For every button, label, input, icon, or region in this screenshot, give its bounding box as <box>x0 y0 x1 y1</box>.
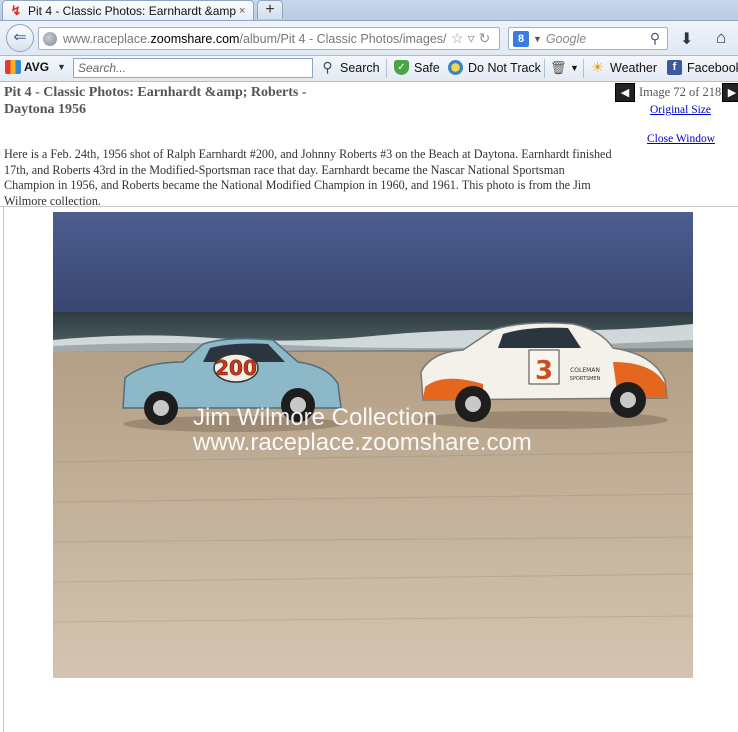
facebook-icon: f <box>667 60 682 75</box>
url-bar[interactable]: www.raceplace.zoomshare.com/album/Pit 4 … <box>38 27 500 50</box>
car-3-sponsor-line2: SPORTSMEN <box>570 376 601 382</box>
do-not-track-icon <box>448 60 463 75</box>
left-border <box>3 206 4 732</box>
site-favicon-icon: ↯ <box>10 2 22 18</box>
car-3-sponsor-line1: COLEMAN <box>570 367 600 374</box>
page-content: Pit 4 - Classic Photos: Earnhardt &amp; … <box>0 82 738 732</box>
tab-title: Pit 4 - Classic Photos: Earnhardt &amp; … <box>28 3 236 18</box>
site-identity-icon[interactable] <box>43 31 57 46</box>
watermark-line1: Jim Wilmore Collection <box>193 404 437 431</box>
back-button[interactable]: ⇐ <box>6 24 34 52</box>
navigation-bar: ⇐ www.raceplace.zoomshare.com/album/Pit … <box>0 21 738 56</box>
magnifier-icon: ⚲ <box>322 59 333 75</box>
close-tab-icon[interactable]: × <box>239 5 245 17</box>
avg-logo[interactable]: AVG <box>5 60 49 74</box>
original-size-link[interactable]: Original Size <box>650 104 711 116</box>
avg-menu-dropdown-icon[interactable]: ▼ <box>57 62 66 72</box>
weather-button[interactable]: ☀ Weather <box>590 60 657 75</box>
photo-description: Here is a Feb. 24th, 1956 shot of Ralph … <box>4 147 612 208</box>
toolbar-divider <box>544 59 545 78</box>
divider <box>0 206 738 207</box>
tab-active[interactable]: ↯ Pit 4 - Classic Photos: Earnhardt &amp… <box>2 0 254 20</box>
search-icon[interactable]: ⚲ <box>650 30 660 47</box>
avg-safe-button[interactable]: ✓ Safe <box>394 60 440 75</box>
avg-search-input[interactable]: Search... <box>73 58 313 78</box>
new-tab-button[interactable]: + <box>257 0 283 19</box>
avg-toolbar: AVG ▼ Search... ⚲ Search ✓ Safe Do Not Tra… <box>0 56 738 82</box>
back-arrow-icon: ⇐ <box>13 29 27 46</box>
shield-check-icon: ✓ <box>394 60 409 75</box>
do-not-track-button[interactable]: Do Not Track <box>448 60 541 75</box>
watermark-line2: www.raceplace.zoomshare.com <box>192 429 532 456</box>
bookmark-star-icon[interactable]: ☆ <box>451 30 464 47</box>
toolbar-divider <box>386 59 387 78</box>
toolbar-divider <box>583 59 584 78</box>
url-text[interactable]: www.raceplace.zoomshare.com/album/Pit 4 … <box>63 32 447 46</box>
trash-icon: 🗑 <box>550 60 567 75</box>
close-window-link[interactable]: Close Window <box>647 133 715 145</box>
previous-arrow-icon: ◀ <box>620 87 630 99</box>
photo-title: Pit 4 - Classic Photos: Earnhardt &amp; … <box>4 85 307 117</box>
sky <box>53 212 693 322</box>
next-image-button[interactable]: ▶ <box>722 83 738 102</box>
download-icon[interactable]: ⬇ <box>680 29 693 49</box>
previous-image-button[interactable]: ◀ <box>615 83 635 102</box>
image-pager: ◀ Image 72 of 218 ▶ <box>615 83 738 103</box>
reload-icon[interactable]: ↻ <box>479 30 491 47</box>
browser-search-box[interactable]: 8 ▼ Google ⚲ <box>508 27 668 50</box>
weather-sun-cloud-icon: ☀ <box>591 59 604 75</box>
browser-search-placeholder[interactable]: Google <box>546 32 650 46</box>
trash-dropdown-icon: ▼ <box>570 62 579 73</box>
engine-dropdown-icon[interactable]: ▼ <box>533 34 542 44</box>
next-arrow-icon: ▶ <box>727 87 737 99</box>
tab-strip: ↯ Pit 4 - Classic Photos: Earnhardt &amp… <box>0 0 738 21</box>
race-photo[interactable]: 200 3 COLEMAN SPORTSMEN Jim Wilmore Coll… <box>53 212 693 678</box>
url-history-dropdown-icon[interactable]: ▿ <box>468 30 475 47</box>
home-icon[interactable]: ⌂ <box>716 28 726 48</box>
trash-button[interactable]: 🗑 ▼ <box>550 60 579 75</box>
avg-search-button[interactable]: ⚲ Search <box>320 59 379 75</box>
avg-logo-icon <box>5 60 21 74</box>
facebook-button[interactable]: f Facebook <box>667 60 738 75</box>
car-3-number: 3 <box>535 356 553 386</box>
google-engine-icon[interactable]: 8 <box>513 30 529 47</box>
url-domain: zoomshare.com <box>150 31 240 46</box>
car-200-number: 200 <box>215 356 257 380</box>
image-counter: Image 72 of 218 <box>639 85 722 99</box>
